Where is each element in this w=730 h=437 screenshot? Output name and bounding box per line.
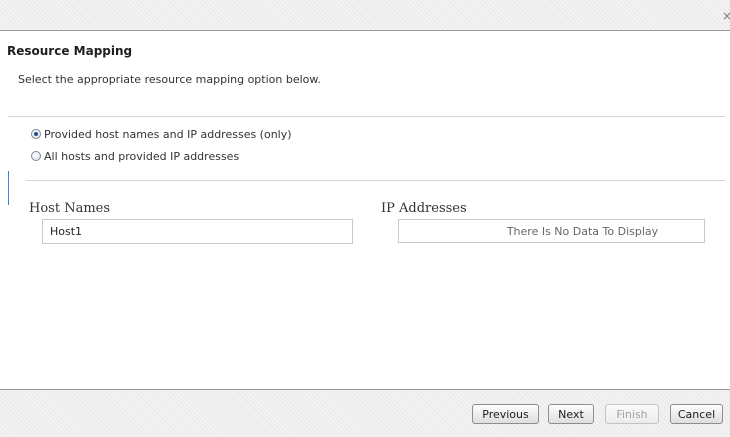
section-title: Resource Mapping [7,44,133,58]
dialog-footer: Previous Next Finish Cancel [0,389,730,437]
option-provided-hosts-and-ips[interactable]: Provided host names and IP addresses (on… [31,127,292,141]
radio-button[interactable] [31,151,41,161]
option-label: All hosts and provided IP addresses [44,149,240,163]
close-icon[interactable]: × [722,10,730,22]
host-names-list[interactable]: Host1 [42,219,353,244]
option-all-hosts-and-provided-ips[interactable]: All hosts and provided IP addresses [31,149,239,163]
focus-accent-bar [8,171,9,205]
previous-button[interactable]: Previous [472,404,539,424]
empty-state-text: There Is No Data To Display [506,225,659,238]
dialog-titlebar: × [0,0,730,31]
dialog-content: Resource Mapping Select the appropriate … [0,31,730,389]
divider [26,180,725,181]
host-names-label: Host Names [29,201,111,216]
ip-addresses-label: IP Addresses [381,201,467,216]
option-label: Provided host names and IP addresses (on… [44,127,292,141]
ip-addresses-list[interactable]: There Is No Data To Display [398,219,705,243]
section-description: Select the appropriate resource mapping … [18,73,321,86]
radio-button-checked[interactable] [31,129,41,139]
list-item[interactable]: Host1 [50,225,82,238]
finish-button[interactable]: Finish [605,404,659,424]
next-button[interactable]: Next [548,404,594,424]
cancel-button[interactable]: Cancel [670,404,723,424]
divider [8,116,725,117]
